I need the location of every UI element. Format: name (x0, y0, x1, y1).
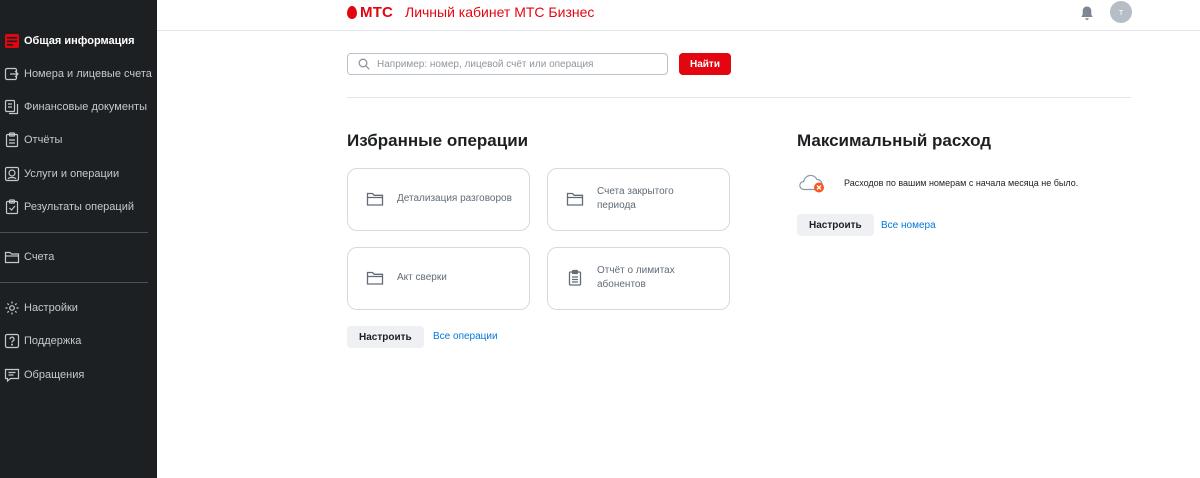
top-header: МТС Личный кабинет МТС Бизнес т (157, 0, 1200, 31)
services-icon (4, 166, 20, 182)
sidebar-item-label: Общая информация (24, 35, 135, 47)
report-icon (568, 269, 582, 286)
all-numbers-link[interactable]: Все номера (881, 220, 936, 231)
sidebar-item-accounts[interactable]: Счета (0, 245, 157, 269)
sidebar-item-requests[interactable]: Обращения (0, 363, 157, 387)
card-label: Отчёт о лимитах абонентов (597, 265, 675, 290)
chat-icon (4, 367, 20, 383)
card-label: Детализация разговоров (397, 193, 512, 204)
logo-text: МТС (360, 3, 394, 21)
search-input[interactable] (377, 56, 662, 72)
folder-icon (566, 192, 584, 206)
sidebar-item-label: Обращения (24, 369, 85, 381)
sidebar-item-overview[interactable]: Общая информация (0, 29, 157, 53)
card-label: Акт сверки (397, 272, 447, 283)
favorite-card-call-details[interactable]: Детализация разговоров (347, 168, 530, 231)
all-operations-link[interactable]: Все операции (433, 331, 498, 342)
page-title: Личный кабинет МТС Бизнес (405, 4, 595, 20)
sidebar-item-results[interactable]: Результаты операций (0, 195, 157, 219)
sidebar-divider (0, 282, 148, 283)
sidebar-item-settings[interactable]: Настройки (0, 296, 157, 320)
favorite-card-limits-report[interactable]: Отчёт о лимитах абонентов (547, 247, 730, 310)
max-spend-message: Расходов по вашим номерам с начала месяц… (844, 178, 1079, 188)
max-spend-title: Максимальный расход (797, 131, 992, 150)
search-icon (358, 58, 370, 70)
card-label: Счета закрытого периода (597, 186, 674, 211)
bell-icon[interactable] (1080, 5, 1094, 21)
favorites-title: Избранные операции (347, 131, 529, 150)
cloud-error-icon (799, 174, 824, 193)
max-spend-configure-button[interactable]: Настроить (797, 214, 874, 236)
sidebar-item-services[interactable]: Услуги и операции (0, 162, 157, 186)
folder-icon (366, 192, 384, 206)
sidebar-divider (0, 232, 148, 233)
mts-logo[interactable]: МТС (347, 3, 393, 21)
sidebar-item-finance-docs[interactable]: Финансовые документы (0, 95, 157, 119)
sidebar-item-label: Счета (24, 251, 55, 263)
sidebar: Общая информация Номера и лицевые счета … (0, 0, 157, 478)
favorite-card-reconciliation[interactable]: Акт сверки (347, 247, 530, 310)
folder-icon (4, 249, 20, 265)
results-icon (4, 199, 20, 215)
mts-egg-icon (347, 5, 357, 19)
favorites-configure-button[interactable]: Настроить (347, 326, 424, 348)
clipboard-icon (4, 132, 20, 148)
dashboard-icon (4, 33, 20, 49)
sidebar-item-label: Финансовые документы (24, 101, 147, 113)
sidebar-item-label: Результаты операций (24, 201, 135, 213)
sidebar-item-label: Поддержка (24, 335, 82, 347)
numbers-icon (4, 66, 20, 82)
sidebar-item-label: Настройки (24, 302, 78, 314)
folder-icon (366, 271, 384, 285)
sidebar-item-label: Услуги и операции (24, 168, 120, 180)
gear-icon (4, 300, 20, 316)
search-box[interactable] (347, 53, 668, 75)
help-icon (4, 333, 20, 349)
divider (347, 97, 1131, 98)
favorite-card-closed-period[interactable]: Счета закрытого периода (547, 168, 730, 231)
sidebar-item-label: Номера и лицевые счета (24, 68, 152, 80)
sidebar-item-label: Отчёты (24, 134, 63, 146)
documents-icon (4, 99, 20, 115)
sidebar-item-reports[interactable]: Отчёты (0, 128, 157, 152)
find-button[interactable]: Найти (679, 53, 731, 75)
avatar[interactable]: т (1110, 1, 1132, 23)
sidebar-item-support[interactable]: Поддержка (0, 329, 157, 353)
sidebar-item-numbers[interactable]: Номера и лицевые счета (0, 62, 157, 86)
